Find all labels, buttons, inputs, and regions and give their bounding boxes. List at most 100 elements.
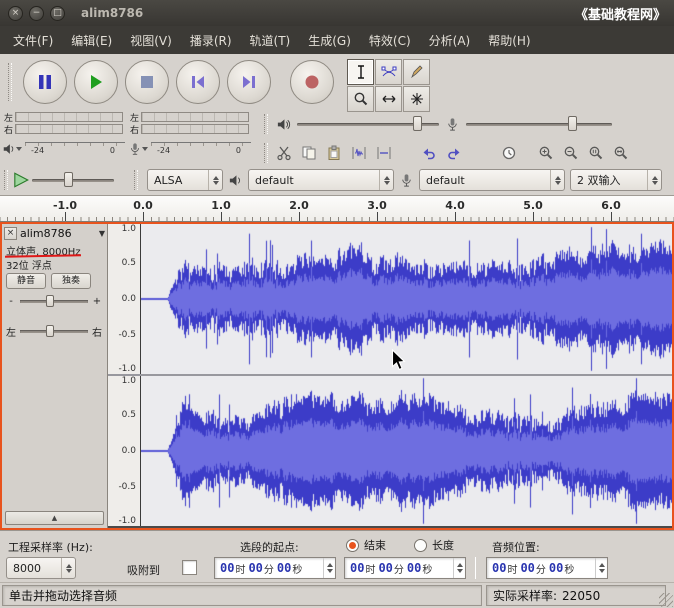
waveform-left-channel[interactable] bbox=[141, 224, 672, 374]
snap-to-checkbox[interactable] bbox=[182, 560, 197, 575]
sync-lock-button[interactable] bbox=[497, 141, 521, 165]
menu-help[interactable]: 帮助(H) bbox=[479, 26, 539, 55]
window-title: alim8786 bbox=[81, 6, 143, 20]
menu-bar: 文件(F) 编辑(E) 视图(V) 播录(R) 轨道(T) 生成(G) 特效(C… bbox=[0, 26, 674, 54]
input-volume-slider[interactable] bbox=[464, 113, 614, 135]
gain-slider[interactable]: - + bbox=[6, 296, 102, 307]
selection-end-timefield[interactable]: 00时 00分 00秒 bbox=[344, 557, 466, 579]
playback-meter[interactable]: 左 右 -240 bbox=[2, 111, 125, 159]
track-menu-arrow[interactable]: ▼ bbox=[99, 229, 105, 238]
time-shift-tool-button[interactable] bbox=[375, 86, 402, 112]
radio-length[interactable]: 长度 bbox=[414, 537, 454, 553]
input-device-combo[interactable]: default bbox=[419, 169, 565, 191]
audio-position-timefield[interactable]: 00时 00分 00秒 bbox=[486, 557, 608, 579]
play-at-speed-button[interactable] bbox=[12, 171, 30, 189]
timefield-spinner[interactable] bbox=[595, 558, 605, 578]
radio-end[interactable]: 结束 bbox=[346, 537, 386, 553]
window-minimize-button[interactable]: − bbox=[29, 6, 44, 21]
draw-tool-icon bbox=[409, 64, 425, 80]
skip-to-start-button[interactable] bbox=[176, 60, 220, 104]
play-speed-slider[interactable] bbox=[30, 169, 116, 191]
track-close-button[interactable]: × bbox=[4, 227, 17, 240]
pause-button[interactable] bbox=[23, 60, 67, 104]
recording-meter[interactable]: 左 右 -240 bbox=[128, 111, 251, 159]
fit-project-button[interactable] bbox=[609, 141, 633, 165]
recording-meter-left-bar bbox=[141, 112, 249, 122]
menu-view[interactable]: 视图(V) bbox=[121, 26, 181, 55]
pan-slider[interactable]: 左 右 bbox=[6, 324, 102, 339]
menu-edit[interactable]: 编辑(E) bbox=[62, 26, 121, 55]
timeline-ruler[interactable]: -1.0 0.0 1.0 2.0 3.0 4.0 5.0 6.0 bbox=[0, 196, 674, 222]
timeline-label: 0.0 bbox=[133, 199, 153, 212]
pan-left-label: 左 bbox=[6, 324, 16, 339]
timefield-spinner[interactable] bbox=[453, 558, 463, 578]
output-volume-slider[interactable] bbox=[295, 113, 441, 135]
amplitude-ruler-left[interactable]: 1.0 0.5 0.0 -0.5 -1.0 bbox=[108, 224, 141, 374]
menu-tracks[interactable]: 轨道(T) bbox=[241, 26, 300, 55]
zoom-in-button[interactable] bbox=[534, 141, 558, 165]
input-channels-combo[interactable]: 2 双输入 bbox=[570, 169, 662, 191]
silence-audio-button[interactable] bbox=[372, 141, 396, 165]
mute-button[interactable]: 静音 bbox=[6, 273, 46, 289]
toolbar-grip[interactable] bbox=[134, 170, 138, 189]
record-button[interactable] bbox=[290, 60, 334, 104]
combo-arrows bbox=[550, 170, 564, 190]
multi-tool-button[interactable] bbox=[403, 86, 430, 112]
menu-transport[interactable]: 播录(R) bbox=[181, 26, 241, 55]
menu-file[interactable]: 文件(F) bbox=[4, 26, 62, 55]
play-speed-slider-thumb[interactable] bbox=[64, 172, 73, 187]
radio-end-label: 结束 bbox=[364, 537, 386, 553]
meter-menu-arrow[interactable] bbox=[16, 147, 22, 151]
selection-start-timefield[interactable]: 00时 00分 00秒 bbox=[214, 557, 336, 579]
stop-button[interactable] bbox=[125, 60, 169, 104]
stop-icon bbox=[138, 73, 156, 91]
radio-length-dot[interactable] bbox=[414, 539, 427, 552]
output-volume-slider-thumb[interactable] bbox=[413, 116, 422, 131]
envelope-tool-button[interactable] bbox=[375, 59, 402, 85]
actual-rate-panel: 实际采样率: 22050 bbox=[486, 585, 666, 606]
timefield-spinner[interactable] bbox=[323, 558, 333, 578]
paste-button[interactable] bbox=[322, 141, 346, 165]
toolbar-grip[interactable] bbox=[264, 114, 268, 135]
toolbar-grip[interactable] bbox=[4, 170, 8, 189]
amplitude-ruler-right[interactable]: 1.0 0.5 0.0 -0.5 -1.0 bbox=[108, 376, 141, 526]
track-collapse-button[interactable]: ▲ bbox=[5, 511, 104, 525]
audio-host-combo[interactable]: ALSA bbox=[147, 169, 223, 191]
pan-slider-thumb[interactable] bbox=[46, 325, 54, 337]
redo-button[interactable] bbox=[442, 141, 466, 165]
waveform-right-channel[interactable] bbox=[141, 376, 672, 526]
window-maximize-button[interactable]: □ bbox=[50, 6, 65, 21]
menu-analyze[interactable]: 分析(A) bbox=[420, 26, 480, 55]
zoom-tool-button[interactable] bbox=[347, 86, 374, 112]
fit-selection-button[interactable] bbox=[584, 141, 608, 165]
trim-audio-button[interactable] bbox=[347, 141, 371, 165]
radio-end-dot[interactable] bbox=[346, 539, 359, 552]
meter-right-label: 右 bbox=[2, 123, 15, 136]
selection-tool-button[interactable] bbox=[347, 59, 374, 85]
solo-button[interactable]: 独奏 bbox=[51, 273, 91, 289]
skip-to-end-button[interactable] bbox=[227, 60, 271, 104]
draw-tool-button[interactable] bbox=[403, 59, 430, 85]
toolbar-grip[interactable] bbox=[264, 143, 268, 164]
toolbar-grip[interactable] bbox=[8, 63, 12, 101]
channel-left: 1.0 0.5 0.0 -0.5 -1.0 bbox=[108, 224, 672, 374]
window-close-button[interactable]: × bbox=[8, 6, 23, 21]
gain-slider-thumb[interactable] bbox=[46, 295, 54, 307]
multi-tool-icon bbox=[409, 91, 425, 107]
skip-to-start-icon bbox=[189, 73, 207, 91]
project-rate-combo[interactable]: 8000 bbox=[6, 557, 76, 579]
copy-button[interactable] bbox=[297, 141, 321, 165]
input-volume-slider-thumb[interactable] bbox=[568, 116, 577, 131]
paste-icon bbox=[326, 145, 342, 161]
menu-generate[interactable]: 生成(G) bbox=[299, 26, 360, 55]
timeline-tick bbox=[299, 212, 300, 221]
window-resize-grip[interactable] bbox=[659, 593, 673, 607]
input-channels-value: 2 双输入 bbox=[577, 172, 621, 188]
menu-effect[interactable]: 特效(C) bbox=[360, 26, 420, 55]
zoom-out-button[interactable] bbox=[559, 141, 583, 165]
undo-button[interactable] bbox=[417, 141, 441, 165]
meter-menu-arrow[interactable] bbox=[142, 147, 148, 151]
play-button[interactable] bbox=[74, 60, 118, 104]
cut-button[interactable] bbox=[272, 141, 296, 165]
output-device-combo[interactable]: default bbox=[248, 169, 394, 191]
